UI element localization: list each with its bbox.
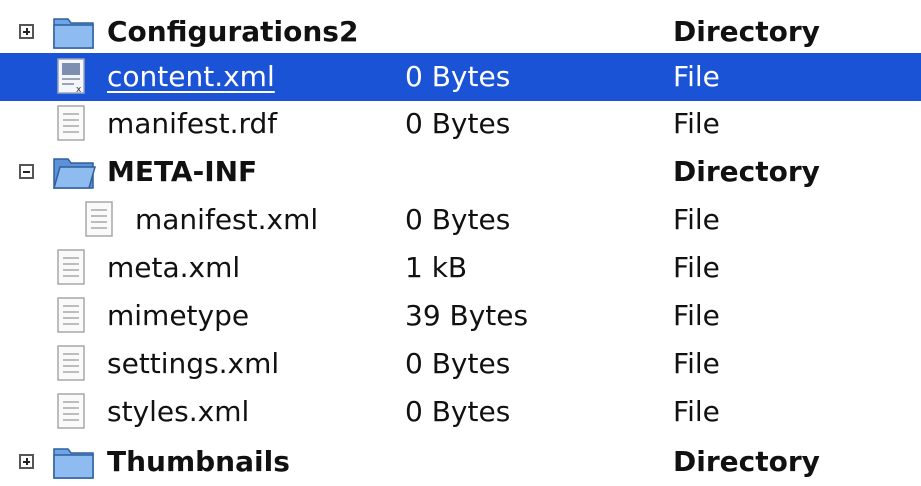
item-name: meta.xml (107, 251, 241, 284)
tree-row-manifest-xml[interactable]: manifest.xml 0 Bytes File (0, 196, 921, 244)
item-size: 39 Bytes (405, 299, 529, 332)
item-name: manifest.rdf (107, 107, 278, 140)
file-tree: Configurations2 Directory x content.xml … (0, 0, 921, 479)
collapse-toggle-icon[interactable] (19, 164, 34, 179)
item-name: Thumbnails (107, 445, 290, 478)
item-size: 0 Bytes (405, 395, 511, 428)
item-size: 1 kB (405, 251, 468, 284)
tree-row-meta-inf[interactable]: META-INF Directory (0, 148, 921, 196)
tree-row-content-xml[interactable]: x content.xml 0 Bytes File (0, 53, 921, 101)
item-name: styles.xml (107, 395, 250, 428)
tree-row-styles-xml[interactable]: styles.xml 0 Bytes File (0, 388, 921, 436)
item-size: 0 Bytes (405, 347, 511, 380)
svg-text:x: x (76, 85, 82, 95)
item-kind: File (673, 347, 720, 380)
item-size: 0 Bytes (405, 107, 511, 140)
file-icon (54, 104, 88, 148)
tree-row-settings-xml[interactable]: settings.xml 0 Bytes File (0, 340, 921, 388)
tree-row-mimetype[interactable]: mimetype 39 Bytes File (0, 292, 921, 340)
item-kind: File (673, 251, 720, 284)
item-kind: File (673, 299, 720, 332)
tree-row-meta-xml[interactable]: meta.xml 1 kB File (0, 244, 921, 292)
item-kind: File (673, 203, 720, 236)
xml-file-icon: x (54, 57, 88, 101)
item-name: META-INF (107, 155, 258, 188)
item-name: content.xml (107, 60, 275, 93)
item-kind: Directory (673, 15, 820, 48)
item-kind: Directory (673, 155, 820, 188)
item-size: 0 Bytes (405, 60, 511, 93)
item-name: manifest.xml (135, 203, 319, 236)
expand-toggle-icon[interactable] (19, 24, 34, 39)
folder-icon (52, 12, 96, 56)
file-icon (54, 344, 88, 388)
item-name: Configurations2 (107, 15, 359, 48)
tree-row-manifest-rdf[interactable]: manifest.rdf 0 Bytes File (0, 100, 921, 148)
file-icon (54, 392, 88, 436)
tree-row-thumbnails[interactable]: Thumbnails Directory (0, 438, 921, 479)
tree-row-configurations2[interactable]: Configurations2 Directory (0, 8, 921, 56)
item-size: 0 Bytes (405, 203, 511, 236)
folder-icon (52, 442, 96, 486)
item-kind: Directory (673, 445, 820, 478)
item-kind: File (673, 60, 720, 93)
expand-toggle-icon[interactable] (19, 454, 34, 469)
folder-open-icon (52, 152, 96, 196)
item-name: mimetype (107, 299, 250, 332)
file-icon (82, 200, 116, 244)
item-kind: File (673, 107, 720, 140)
file-icon (54, 248, 88, 292)
file-icon (54, 296, 88, 340)
item-name: settings.xml (107, 347, 280, 380)
item-kind: File (673, 395, 720, 428)
